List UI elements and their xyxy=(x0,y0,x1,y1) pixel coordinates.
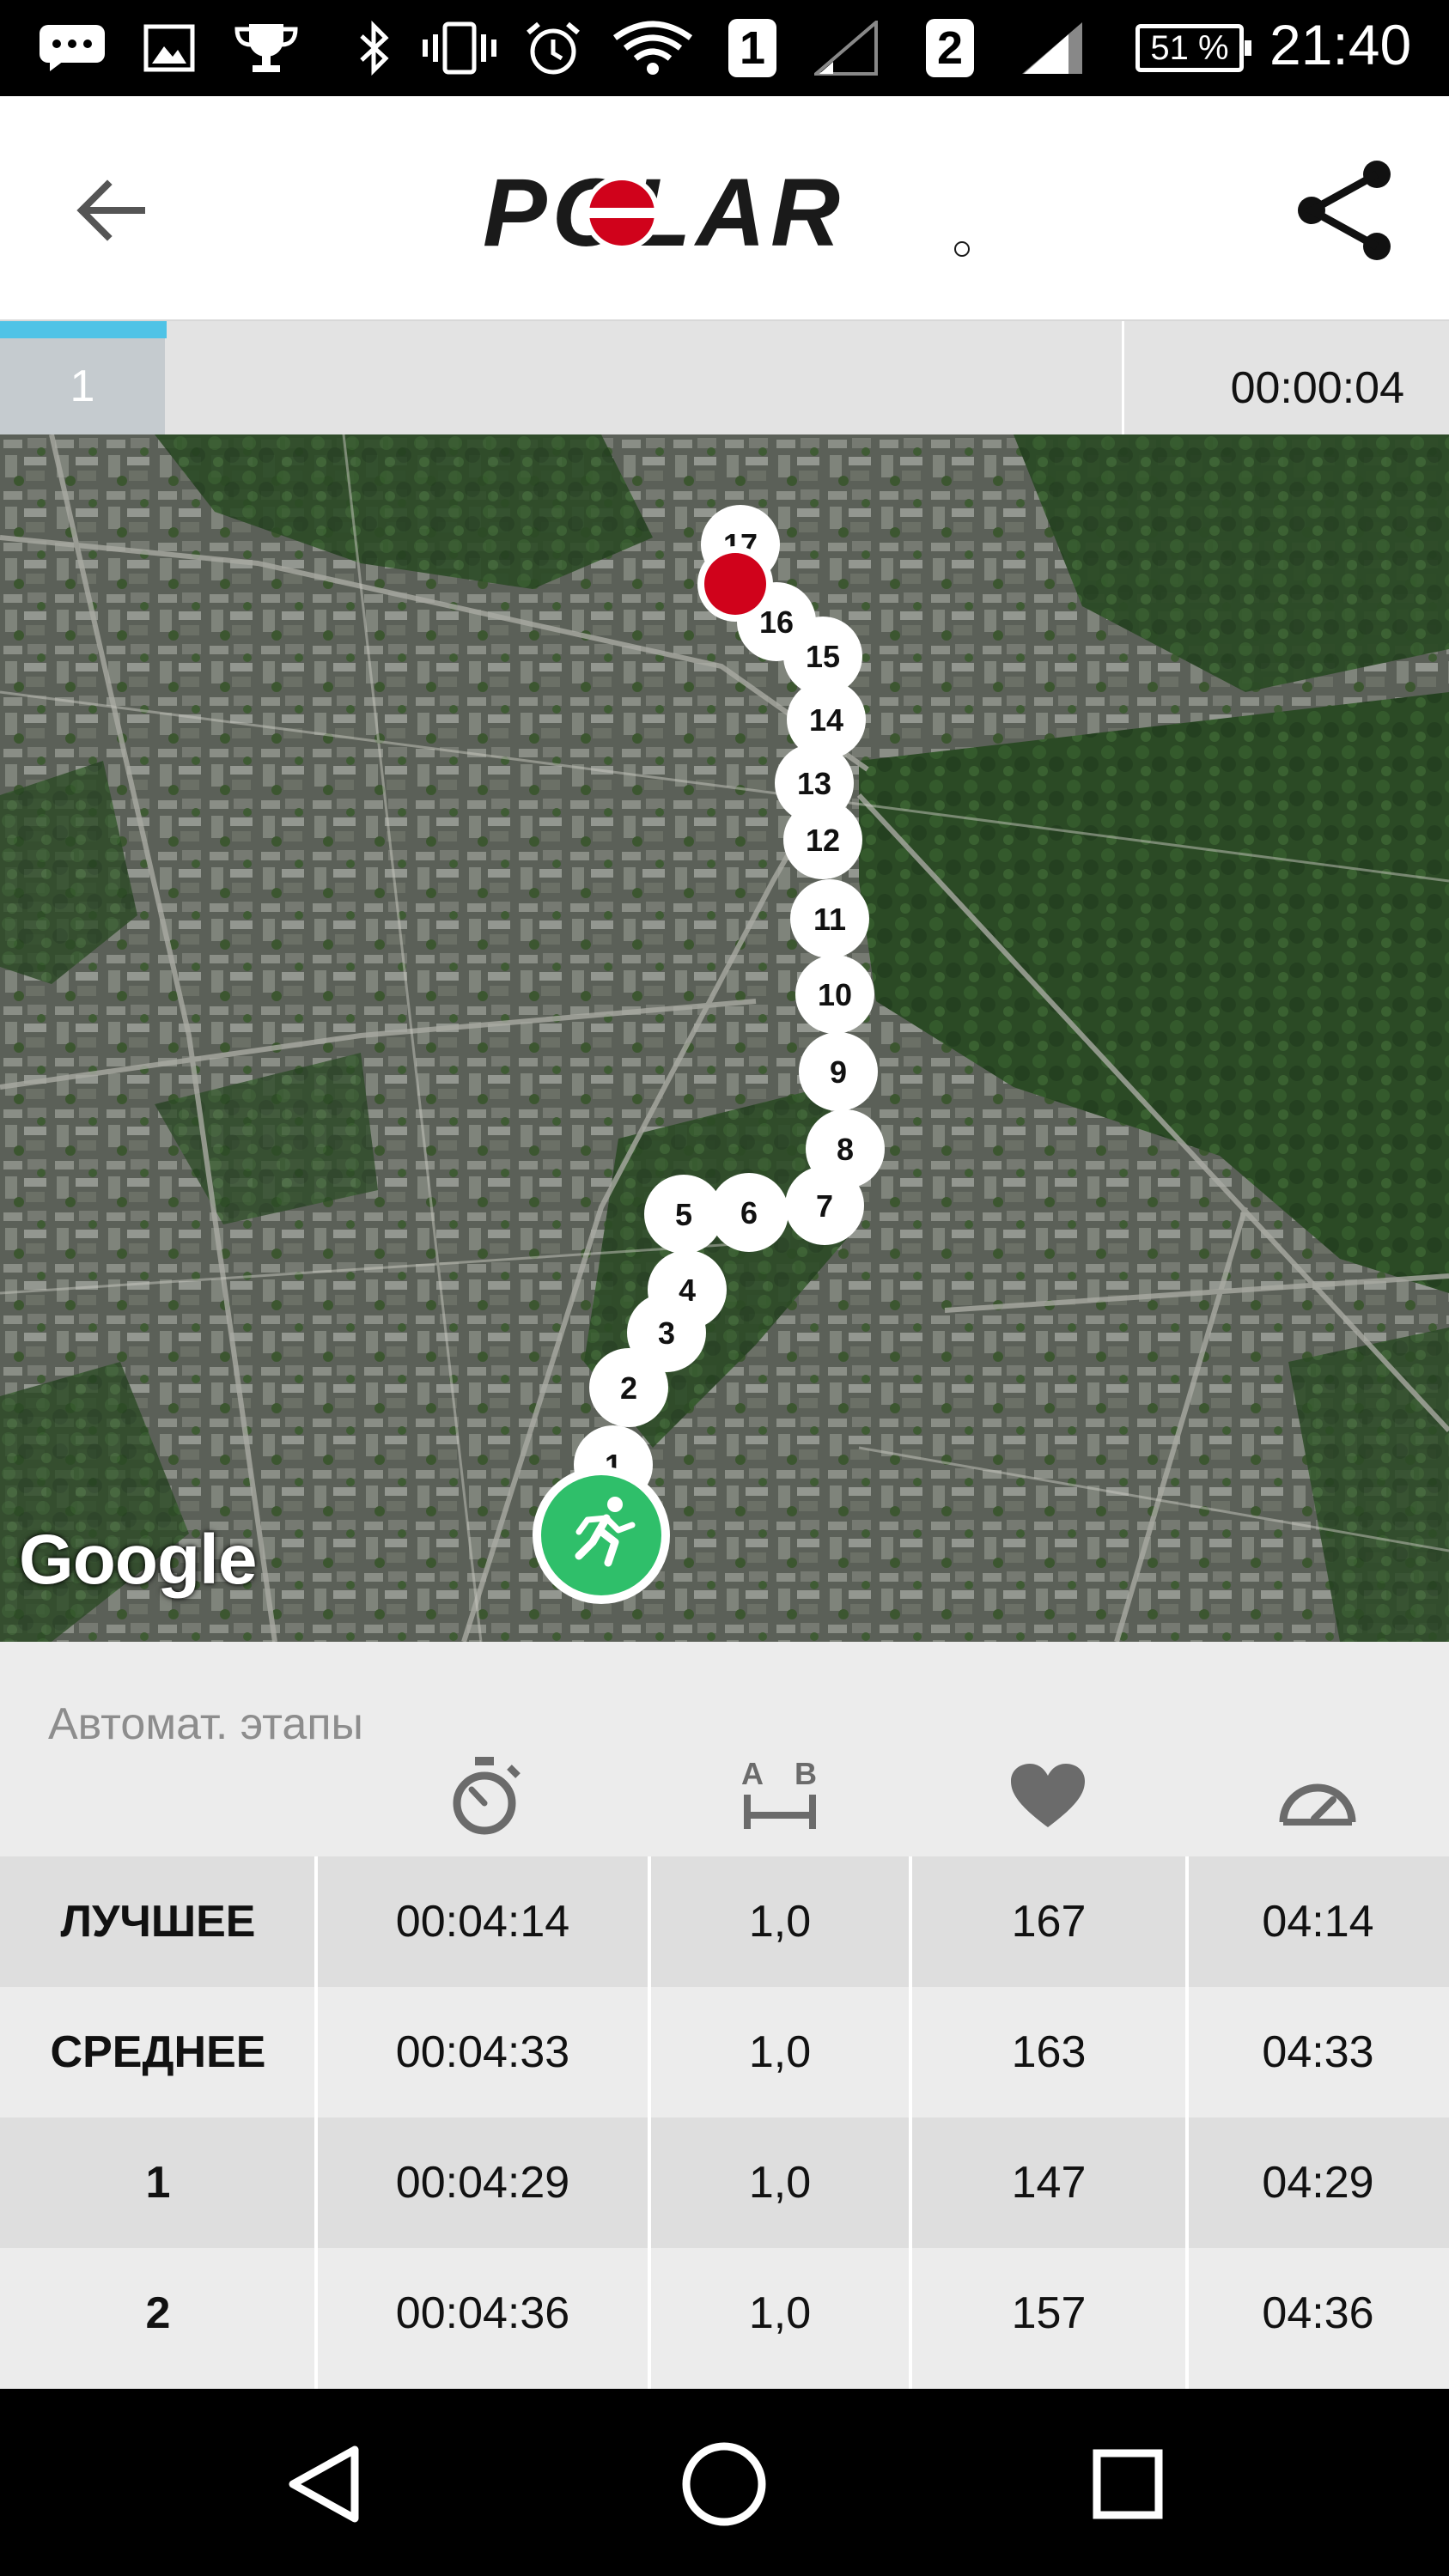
system-nav-bar xyxy=(0,2389,1449,2576)
heart-rate-cell: 163 xyxy=(1011,2027,1087,2077)
clock: 21:40 xyxy=(1269,13,1412,76)
svg-text:6: 6 xyxy=(740,1195,758,1230)
column-divider xyxy=(648,1856,651,2389)
column-divider xyxy=(314,1856,318,2389)
svg-text:9: 9 xyxy=(830,1054,847,1090)
divider xyxy=(1122,321,1124,434)
distance-icon: A B xyxy=(737,1753,823,1839)
message-icon xyxy=(36,21,108,76)
row-label: 2 xyxy=(145,2288,171,2338)
svg-text:10: 10 xyxy=(818,977,852,1012)
svg-text:13: 13 xyxy=(797,766,831,801)
bluetooth-icon xyxy=(352,21,395,76)
share-icon xyxy=(1298,161,1391,260)
lap-marker-12[interactable]: 12 xyxy=(783,800,862,879)
svg-text:12: 12 xyxy=(806,823,840,858)
vibrate-icon xyxy=(421,21,498,76)
lap-marker-9[interactable]: 9 xyxy=(799,1032,878,1111)
lap-marker-7[interactable]: 7 xyxy=(785,1166,864,1245)
nav-back-button[interactable] xyxy=(268,2428,380,2540)
battery-indicator: 51 % xyxy=(1135,24,1251,72)
route-map[interactable]: 1 17 16 15 14 13 12 11 10 9 8 7 6 5 4 3 … xyxy=(0,434,1449,1642)
alarm-icon xyxy=(522,21,584,76)
svg-text:7: 7 xyxy=(816,1188,833,1224)
svg-text:2: 2 xyxy=(620,1370,637,1406)
distance-cell: 1,0 xyxy=(748,2027,812,2077)
table-row-lap-1[interactable]: 1 00:04:29 1,0 147 04:29 xyxy=(0,2117,1449,2248)
status-bar: 1 2 51 % 21:40 xyxy=(0,0,1449,96)
distance-cell: 1,0 xyxy=(748,2288,812,2338)
heart-rate-cell: 147 xyxy=(1011,2158,1087,2208)
back-triangle-icon xyxy=(289,2445,359,2523)
lap-marker-10[interactable]: 10 xyxy=(795,955,874,1034)
app-bar: POLAR xyxy=(0,96,1449,321)
svg-text:3: 3 xyxy=(658,1315,675,1351)
nav-home-button[interactable] xyxy=(668,2428,780,2540)
column-divider xyxy=(1185,1856,1189,2389)
column-divider xyxy=(909,1856,912,2389)
nav-recents-button[interactable] xyxy=(1072,2428,1184,2540)
speedometer-icon xyxy=(1275,1753,1361,1839)
svg-text:B: B xyxy=(795,1756,817,1791)
share-button[interactable] xyxy=(1288,155,1400,266)
route-overlay: 1 17 16 15 14 13 12 11 10 9 8 7 6 5 4 3 … xyxy=(533,505,885,1604)
heart-rate-cell: 157 xyxy=(1011,2288,1087,2338)
lap-time-cell: 00:04:33 xyxy=(395,2027,570,2077)
svg-text:5: 5 xyxy=(675,1197,692,1232)
image-icon xyxy=(141,21,198,76)
arrow-left-icon xyxy=(76,179,145,241)
heart-icon xyxy=(1005,1753,1091,1839)
sim1-badge: 1 xyxy=(728,19,776,77)
row-label: 1 xyxy=(145,2158,171,2208)
recents-square-icon xyxy=(1093,2449,1163,2519)
heart-rate-cell: 167 xyxy=(1011,1897,1087,1947)
row-label: СРЕДНЕЕ xyxy=(50,2027,266,2077)
distance-cell: 1,0 xyxy=(748,1897,812,1947)
sim2-badge: 2 xyxy=(926,19,974,77)
svg-text:11: 11 xyxy=(813,902,846,937)
lap-progress-bar xyxy=(0,321,167,338)
lap-time-cell: 00:04:36 xyxy=(395,2288,570,2338)
pace-cell: 04:36 xyxy=(1262,2288,1374,2338)
polar-logo: POLAR xyxy=(483,167,970,261)
trophy-icon xyxy=(230,21,302,76)
svg-text:8: 8 xyxy=(837,1132,854,1167)
signal-icon xyxy=(813,21,881,76)
lap-marker-11[interactable]: 11 xyxy=(790,879,869,958)
signal-icon xyxy=(1019,21,1087,76)
start-marker[interactable] xyxy=(533,1467,670,1604)
distance-cell: 1,0 xyxy=(748,2158,812,2208)
table-row-lap-2[interactable]: 2 00:04:36 1,0 157 04:36 xyxy=(0,2248,1449,2379)
pace-cell: 04:14 xyxy=(1262,1897,1374,1947)
lap-time: 00:00:04 xyxy=(1230,363,1404,413)
lap-selector[interactable]: 1 00:00:04 xyxy=(0,321,1449,434)
svg-text:14: 14 xyxy=(809,702,843,738)
pace-cell: 04:29 xyxy=(1262,2158,1374,2208)
lap-marker-5[interactable]: 5 xyxy=(644,1175,723,1254)
svg-text:A: A xyxy=(741,1756,764,1791)
battery-level: 51 % xyxy=(1150,28,1229,67)
lap-marker-2[interactable]: 2 xyxy=(589,1348,668,1427)
back-button[interactable] xyxy=(60,163,163,258)
auto-laps-section: Автомат. этапы A B ЛУЧШЕЕ 00:04:14 1,0 1… xyxy=(0,1642,1449,2389)
lap-time-cell: 00:04:14 xyxy=(395,1897,570,1947)
google-attribution: Google xyxy=(19,1521,257,1599)
table-row-best[interactable]: ЛУЧШЕЕ 00:04:14 1,0 167 04:14 xyxy=(0,1856,1449,1987)
finish-marker[interactable] xyxy=(697,546,773,622)
svg-text:15: 15 xyxy=(806,639,840,674)
stopwatch-icon xyxy=(441,1753,527,1839)
lap-time-cell: 00:04:29 xyxy=(395,2158,570,2208)
laps-table: ЛУЧШЕЕ 00:04:14 1,0 167 04:14 СРЕДНЕЕ 00… xyxy=(0,1856,1449,2379)
svg-text:16: 16 xyxy=(759,605,794,640)
row-label: ЛУЧШЕЕ xyxy=(60,1897,256,1947)
table-row-average[interactable]: СРЕДНЕЕ 00:04:33 1,0 163 04:33 xyxy=(0,1987,1449,2117)
section-title: Автомат. этапы xyxy=(48,1699,363,1749)
wifi-icon xyxy=(612,21,694,76)
lap-tab-1[interactable]: 1 xyxy=(0,338,165,434)
home-circle-icon xyxy=(682,2442,766,2526)
pace-cell: 04:33 xyxy=(1262,2027,1374,2077)
